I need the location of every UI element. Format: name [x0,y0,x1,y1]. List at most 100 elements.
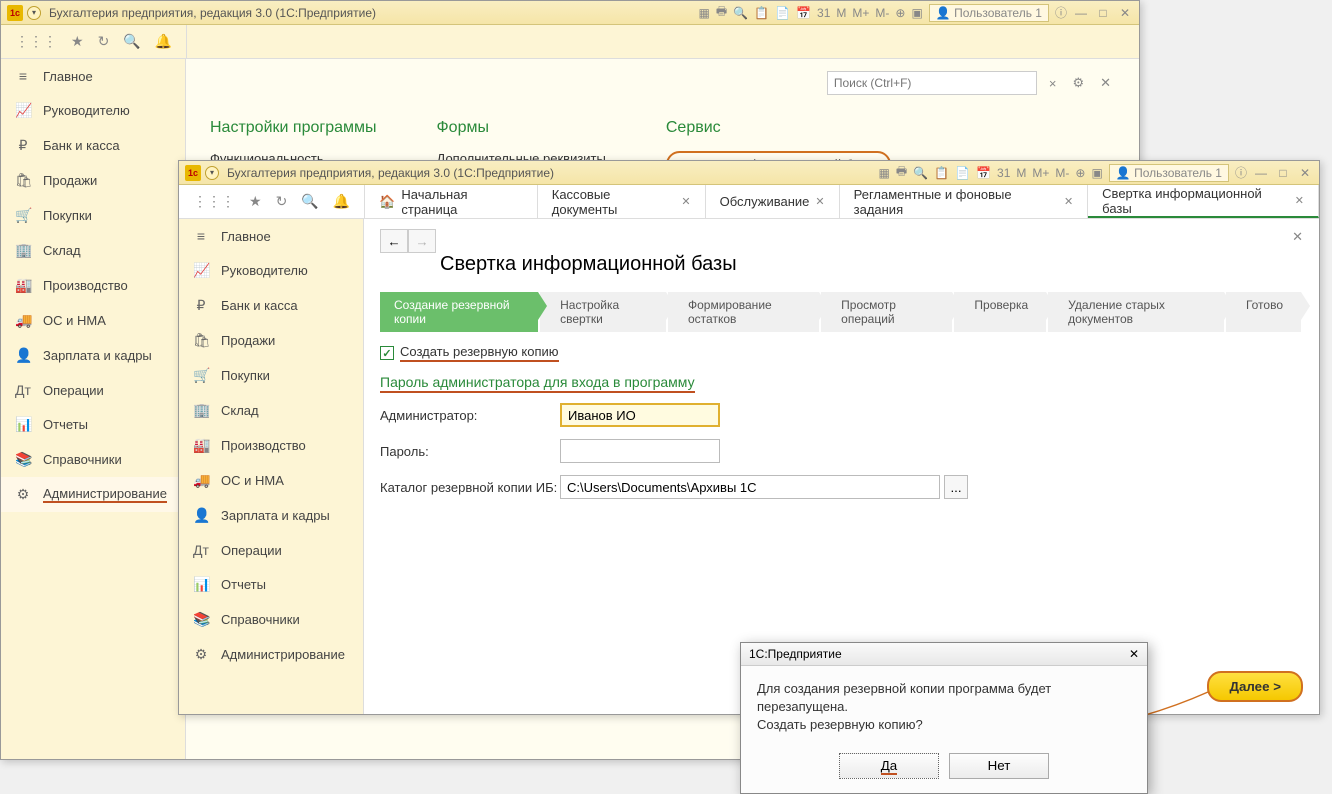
close-page-icon[interactable]: ✕ [1292,229,1303,245]
panel-close-icon[interactable]: ✕ [1096,75,1115,91]
calendar-icon[interactable]: 📅 [976,166,991,180]
sidebar-item-warehouse[interactable]: 🏢Склад [1,233,185,268]
search-icon[interactable]: 🔍 [733,6,748,20]
tab-service[interactable]: Обслуживание✕ [706,185,840,218]
search-clear-icon[interactable]: × [1045,76,1061,91]
wizard-step-2[interactable]: Настройка свертки [540,292,666,332]
wizard-step-5[interactable]: Проверка [954,292,1046,332]
maximize-button[interactable]: □ [1275,166,1291,180]
password-input[interactable] [560,439,720,463]
sidebar-item-reference[interactable]: 📚Справочники [179,602,363,637]
dialog-close-icon[interactable]: ✕ [1129,647,1139,661]
nav-forward-button[interactable]: → [408,229,436,253]
catalog-input[interactable] [560,475,940,499]
sidebar-item-purchase[interactable]: 🛒Покупки [179,358,363,393]
m-minus-icon[interactable]: M- [1055,166,1069,180]
m-minus-icon[interactable]: M- [875,6,889,20]
user-label[interactable]: 👤 Пользователь 1 [929,4,1049,22]
apps-icon[interactable]: ⋮⋮⋮ [15,33,57,50]
sidebar-item-manager[interactable]: 📈Руководителю [179,253,363,288]
search-icon[interactable]: 🔍 [913,166,928,180]
date-icon[interactable]: 31 [817,6,830,20]
sidebar-item-salary[interactable]: 👤Зарплата и кадры [1,338,185,373]
dropdown-icon[interactable]: ▾ [205,166,219,180]
search-tool-icon[interactable]: 🔍 [301,193,318,210]
print-icon[interactable]: 🖶 [716,2,727,23]
bell-icon[interactable]: 🔔 [155,33,172,50]
m-icon[interactable]: M [836,6,846,20]
m-icon[interactable]: M [1016,166,1026,180]
wizard-step-7[interactable]: Готово [1226,292,1301,332]
sidebar-item-sales[interactable]: 🛍Продажи [179,323,363,358]
info-icon[interactable]: ⓘ [1055,4,1067,21]
create-backup-checkbox[interactable]: ✓ Создать резервную копию [380,344,1303,362]
minimize-button[interactable]: — [1073,6,1089,20]
minimize-button[interactable]: — [1253,166,1269,180]
next-button[interactable]: Далее > [1207,671,1303,702]
sidebar-item-production[interactable]: 🏭Производство [1,268,185,303]
dialog-no-button[interactable]: Нет [949,753,1049,779]
tab-home[interactable]: 🏠Начальная страница [365,185,538,218]
date-icon[interactable]: 31 [997,166,1010,180]
wizard-step-6[interactable]: Удаление старых документов [1048,292,1224,332]
nav-back-button[interactable]: ← [380,229,408,253]
print-preview-icon[interactable]: ▦ [879,166,890,180]
sidebar-item-sales[interactable]: 🛍Продажи [1,163,185,198]
bell-icon[interactable]: 🔔 [333,193,350,210]
sidebar-item-manager[interactable]: 📈Руководителю [1,93,185,128]
sidebar-item-admin[interactable]: ⚙Администрирование [1,477,185,512]
sidebar-item-operations[interactable]: ДтОперации [179,533,363,567]
maximize-button[interactable]: □ [1095,6,1111,20]
search-input[interactable] [827,71,1037,95]
m-plus-icon[interactable]: M+ [852,6,869,20]
user-label-front[interactable]: 👤 Пользователь 1 [1109,164,1229,182]
calendar-icon[interactable]: 📅 [796,6,811,20]
close-icon[interactable]: ✕ [815,195,824,208]
admin-input[interactable] [560,403,720,427]
sidebar-item-operations[interactable]: ДтОперации [1,373,185,407]
history-icon[interactable]: ↻ [276,193,288,210]
close-button[interactable]: ✕ [1297,166,1313,180]
settings-gear-icon[interactable]: ⚙ [1068,75,1088,91]
sidebar-item-main[interactable]: ≡Главное [1,59,185,93]
print-preview-icon[interactable]: ▦ [699,6,710,20]
sidebar-item-assets[interactable]: 🚚ОС и НМА [1,303,185,338]
sidebar-item-bank[interactable]: ₽Банк и касса [179,288,363,323]
grid-icon[interactable]: ▣ [911,6,922,20]
close-icon[interactable]: ✕ [1064,195,1073,208]
calc-icon[interactable]: 📄 [955,166,970,180]
print-icon[interactable]: 🖶 [896,162,907,183]
tab-jobs[interactable]: Регламентные и фоновые задания✕ [840,185,1089,218]
sidebar-item-salary[interactable]: 👤Зарплата и кадры [179,498,363,533]
tab-svertka[interactable]: Свертка информационной базы✕ [1088,185,1319,218]
sidebar-item-assets[interactable]: 🚚ОС и НМА [179,463,363,498]
zoom-icon[interactable]: ⊕ [1075,166,1085,180]
wizard-step-1[interactable]: Создание резервной копии [380,292,538,332]
apps-icon[interactable]: ⋮⋮⋮ [193,193,235,210]
close-icon[interactable]: ✕ [1295,194,1304,207]
sidebar-item-bank[interactable]: ₽Банк и касса [1,128,185,163]
sidebar-item-warehouse[interactable]: 🏢Склад [179,393,363,428]
info-icon[interactable]: ⓘ [1235,164,1247,181]
m-plus-icon[interactable]: M+ [1032,166,1049,180]
history-icon[interactable]: ↻ [98,33,110,50]
search-tool-icon[interactable]: 🔍 [123,33,140,50]
zoom-icon[interactable]: ⊕ [895,6,905,20]
dropdown-icon[interactable]: ▾ [27,6,41,20]
wizard-step-4[interactable]: Просмотр операций [821,292,952,332]
sidebar-item-purchase[interactable]: 🛒Покупки [1,198,185,233]
sidebar-item-admin[interactable]: ⚙Администрирование [179,637,363,672]
browse-button[interactable]: ... [944,475,968,499]
sidebar-item-reference[interactable]: 📚Справочники [1,442,185,477]
calc-icon[interactable]: 📄 [775,6,790,20]
dialog-yes-button[interactable]: Да [839,753,939,779]
close-icon[interactable]: ✕ [681,195,690,208]
grid-icon[interactable]: ▣ [1091,166,1102,180]
star-icon[interactable]: ★ [71,33,84,50]
close-button[interactable]: ✕ [1117,6,1133,20]
sidebar-item-reports[interactable]: 📊Отчеты [179,567,363,602]
sidebar-item-reports[interactable]: 📊Отчеты [1,407,185,442]
tab-cash-docs[interactable]: Кассовые документы✕ [538,185,706,218]
wizard-step-3[interactable]: Формирование остатков [668,292,819,332]
star-icon[interactable]: ★ [249,193,262,210]
